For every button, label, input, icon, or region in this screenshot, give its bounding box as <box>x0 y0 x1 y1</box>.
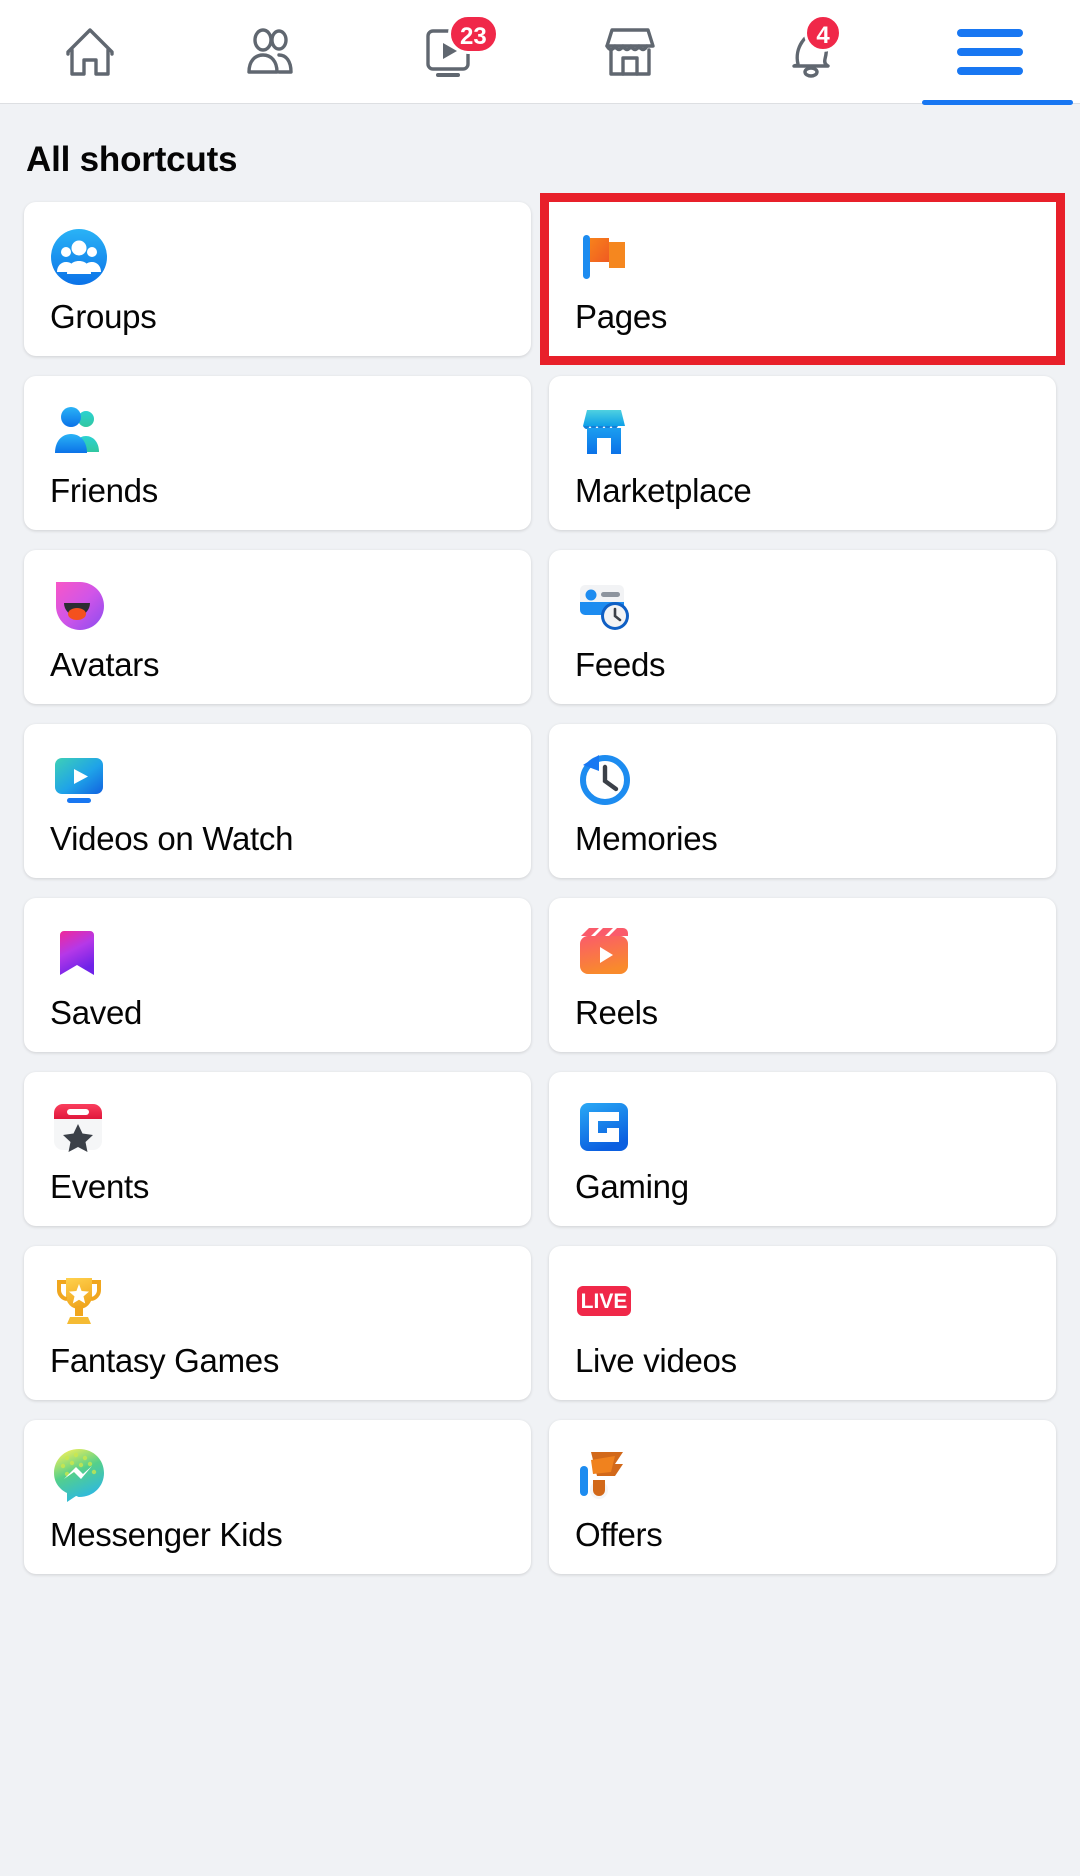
shortcut-card[interactable]: Videos on Watch <box>24 724 531 878</box>
shortcut-cell-saved[interactable]: Saved <box>24 898 531 1052</box>
shortcut-label: Marketplace <box>575 472 752 509</box>
shortcut-card[interactable]: Pages <box>549 202 1056 356</box>
shortcut-card[interactable]: Offers <box>549 1420 1056 1574</box>
shortcut-label: Offers <box>575 1516 663 1553</box>
watch-video-icon: 23 <box>418 13 499 84</box>
shortcut-cell-groups[interactable]: Groups <box>24 202 531 356</box>
page-title: All shortcuts <box>26 140 238 179</box>
live-badge-icon: LIVE <box>575 1272 633 1330</box>
messenger-kids-icon <box>50 1446 108 1504</box>
shortcut-label: Avatars <box>50 646 160 683</box>
shortcut-card[interactable]: Friends <box>24 376 531 530</box>
friends-people-icon <box>50 402 108 460</box>
shortcut-label: Groups <box>50 298 157 335</box>
shortcut-label: Feeds <box>575 646 666 683</box>
events-calendar-icon <box>50 1098 108 1156</box>
shortcut-card[interactable]: Fantasy Games <box>24 1246 531 1400</box>
shortcut-cell-feeds[interactable]: Feeds <box>549 550 1056 704</box>
nav-tab-friends[interactable] <box>180 0 360 104</box>
nav-tab-watch[interactable]: 23 <box>360 0 540 104</box>
shortcut-label: Fantasy Games <box>50 1342 280 1379</box>
shortcut-cell-pages[interactable]: Pages <box>540 193 1065 365</box>
saved-bookmark-icon <box>50 924 108 982</box>
shortcut-label: Gaming <box>575 1168 689 1205</box>
shortcut-cell-marketplace[interactable]: Marketplace <box>549 376 1056 530</box>
shortcut-label: Videos on Watch <box>50 820 294 857</box>
shortcut-card[interactable]: Messenger Kids <box>24 1420 531 1574</box>
shortcuts-page: All shortcuts Groups Pages Friends Marke… <box>0 104 1080 1574</box>
shortcut-card[interactable]: Groups <box>24 202 531 356</box>
shortcut-label: Pages <box>575 298 668 335</box>
shortcut-card[interactable]: Reels <box>549 898 1056 1052</box>
shortcut-card[interactable]: Memories <box>549 724 1056 878</box>
shortcut-card[interactable]: Avatars <box>24 550 531 704</box>
memories-clock-icon <box>575 750 633 808</box>
groups-icon <box>50 228 108 286</box>
shortcut-cell-events[interactable]: Events <box>24 1072 531 1226</box>
shortcut-label: Live videos <box>575 1342 737 1379</box>
avatars-face-icon <box>50 576 108 634</box>
shortcut-cell-videos-on-watch[interactable]: Videos on Watch <box>24 724 531 878</box>
shortcut-card[interactable]: Gaming <box>549 1072 1056 1226</box>
shortcut-cell-gaming[interactable]: Gaming <box>549 1072 1056 1226</box>
home-icon <box>58 20 122 84</box>
shortcut-cell-reels[interactable]: Reels <box>549 898 1056 1052</box>
shortcut-label: Events <box>50 1168 150 1205</box>
nav-tab-home[interactable] <box>0 0 180 104</box>
offers-megaphone-icon <box>575 1446 633 1504</box>
reels-clapper-icon <box>575 924 633 982</box>
live-badge-text: LIVE <box>581 1290 628 1313</box>
shortcut-cell-avatars[interactable]: Avatars <box>24 550 531 704</box>
shortcut-label: Saved <box>50 994 143 1031</box>
top-navigation-bar: 23 4 <box>0 0 1080 105</box>
marketplace-shop-icon <box>575 402 633 460</box>
shortcut-card[interactable]: Feeds <box>549 550 1056 704</box>
shortcuts-grid: Groups Pages Friends Marketplace Avatars… <box>24 193 1065 1574</box>
hamburger-menu-icon <box>957 28 1023 75</box>
shortcut-cell-offers[interactable]: Offers <box>549 1420 1056 1574</box>
friends-icon <box>238 20 302 84</box>
shortcut-card[interactable]: Saved <box>24 898 531 1052</box>
shortcut-card[interactable]: LIVE Live videos <box>549 1246 1056 1400</box>
shortcut-cell-fantasy-games[interactable]: Fantasy Games <box>24 1246 531 1400</box>
shortcut-label: Memories <box>575 820 718 857</box>
trophy-icon <box>50 1272 108 1330</box>
video-monitor-icon <box>50 750 108 808</box>
notifications-bell-icon: 4 <box>778 13 842 84</box>
shortcut-cell-friends[interactable]: Friends <box>24 376 531 530</box>
shortcut-card[interactable]: Events <box>24 1072 531 1226</box>
shortcut-label: Reels <box>575 994 658 1031</box>
nav-tab-marketplace[interactable] <box>540 0 720 104</box>
watch-badge: 23 <box>448 13 499 54</box>
nav-tab-menu[interactable] <box>900 0 1080 105</box>
shortcut-label: Messenger Kids <box>50 1516 283 1553</box>
shortcut-label: Friends <box>50 472 158 509</box>
shortcut-card[interactable]: Marketplace <box>549 376 1056 530</box>
gaming-controller-icon <box>575 1098 633 1156</box>
shortcut-cell-live-videos[interactable]: LIVE Live videos <box>549 1246 1056 1400</box>
shortcut-cell-messenger-kids[interactable]: Messenger Kids <box>24 1420 531 1574</box>
notifications-badge: 4 <box>804 13 842 52</box>
feeds-clock-card-icon <box>575 576 633 634</box>
marketplace-icon <box>598 20 662 84</box>
pages-flag-icon <box>575 228 633 286</box>
nav-tab-notifications[interactable]: 4 <box>720 0 900 104</box>
shortcut-cell-memories[interactable]: Memories <box>549 724 1056 878</box>
